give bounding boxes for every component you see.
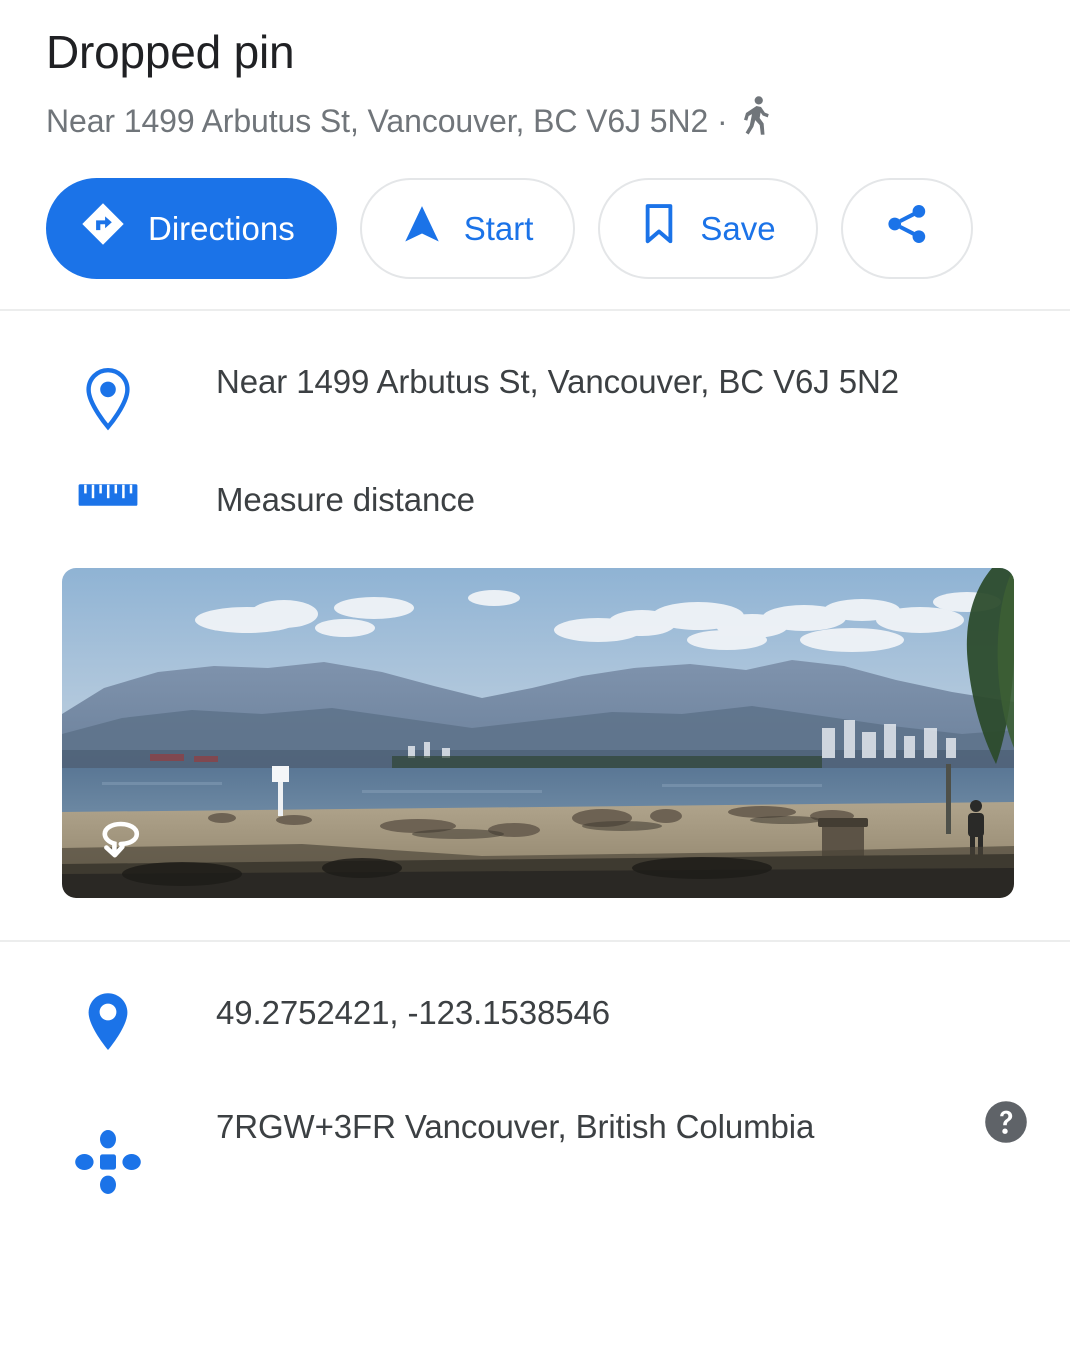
save-button[interactable]: Save [598, 177, 818, 279]
save-button-label: Save [700, 209, 776, 247]
street-view-photo-container [0, 526, 1070, 899]
pano-rotate-icon[interactable] [92, 818, 148, 862]
start-button-label: Start [463, 209, 534, 247]
plus-code-row[interactable]: 7RGW+3FR Vancouver, British Columbia [0, 1054, 1070, 1198]
ruler-icon [0, 473, 216, 511]
measure-distance-label: Measure distance [216, 480, 475, 518]
start-button[interactable]: Start [359, 177, 576, 279]
page-title: Dropped pin [46, 26, 295, 78]
address-text: Near 1499 Arbutus St, Vancouver, BC V6J … [216, 362, 899, 400]
photo-spacer [0, 898, 1070, 940]
bookmark-icon [640, 202, 678, 254]
subtitle-row: Near 1499 Arbutus St, Vancouver, BC V6J … [46, 95, 1070, 148]
plus-code-text: 7RGW+3FR Vancouver, British Columbia [216, 1108, 815, 1146]
measure-distance-row[interactable]: Measure distance [0, 431, 1070, 526]
street-view-photo[interactable] [62, 568, 1014, 899]
share-icon [884, 201, 930, 255]
directions-diamond-icon [80, 201, 126, 255]
coordinates-row[interactable]: 49.2752421, -123.1538546 [0, 942, 1070, 1054]
coordinates-text: 49.2752421, -123.1538546 [216, 994, 610, 1032]
navigation-arrow-icon [402, 202, 442, 254]
details-section-top: Near 1499 Arbutus St, Vancouver, BC V6J … [0, 311, 1070, 526]
walking-person-icon [742, 95, 772, 148]
directions-button[interactable]: Directions [46, 177, 337, 279]
details-section-bottom: 49.2752421, -123.1538546 7RGW+3FR Vancou… [0, 942, 1070, 1198]
place-subtitle: Near 1499 Arbutus St, Vancouver, BC V6J … [46, 102, 728, 139]
directions-button-label: Directions [148, 209, 295, 247]
share-button[interactable] [840, 177, 973, 279]
map-pin-filled-icon [0, 986, 216, 1054]
address-row[interactable]: Near 1499 Arbutus St, Vancouver, BC V6J … [0, 311, 1070, 431]
photo-image [62, 568, 1014, 899]
plus-code-icon [0, 1100, 216, 1198]
help-question-icon[interactable] [982, 1098, 1030, 1146]
place-details-panel: Dropped pin Near 1499 Arbutus St, Vancou… [0, 0, 1070, 1363]
header: Dropped pin Near 1499 Arbutus St, Vancou… [0, 0, 1070, 148]
map-pin-outline-icon [0, 355, 216, 431]
action-buttons-row: Directions Start Save [0, 148, 1070, 279]
